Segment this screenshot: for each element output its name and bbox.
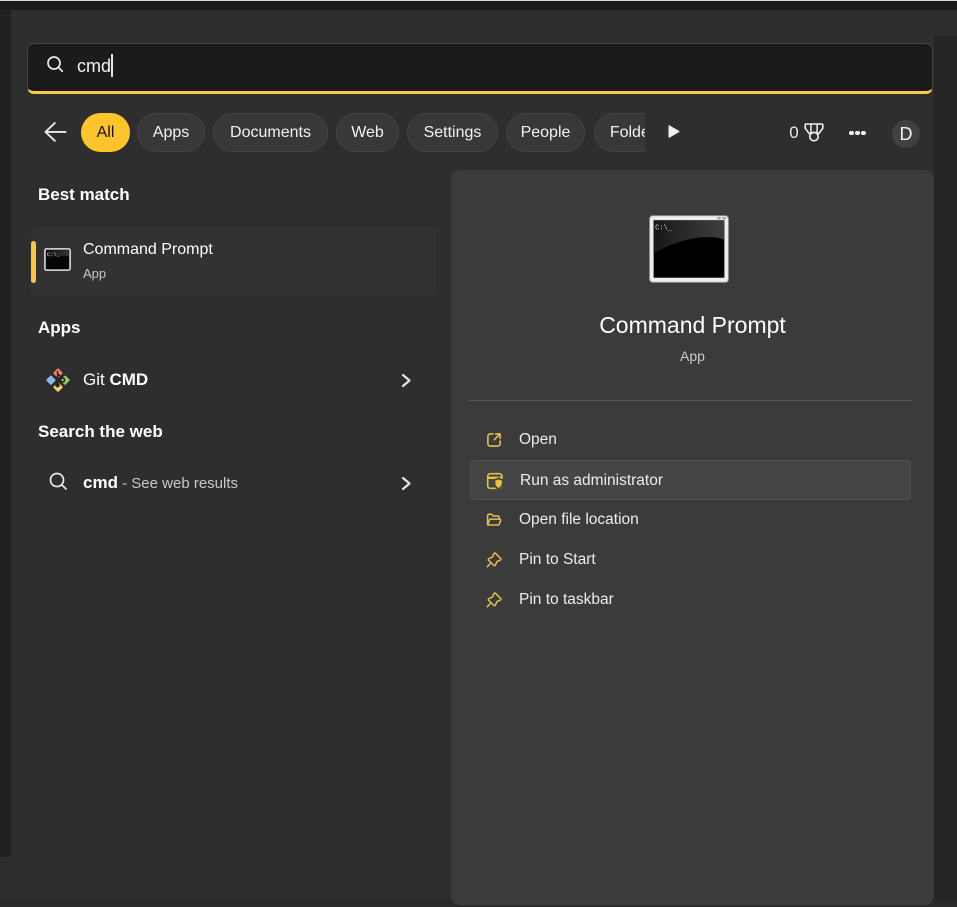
- svg-text:C:\_: C:\_: [655, 224, 673, 232]
- svg-text:C:\_: C:\_: [47, 251, 61, 258]
